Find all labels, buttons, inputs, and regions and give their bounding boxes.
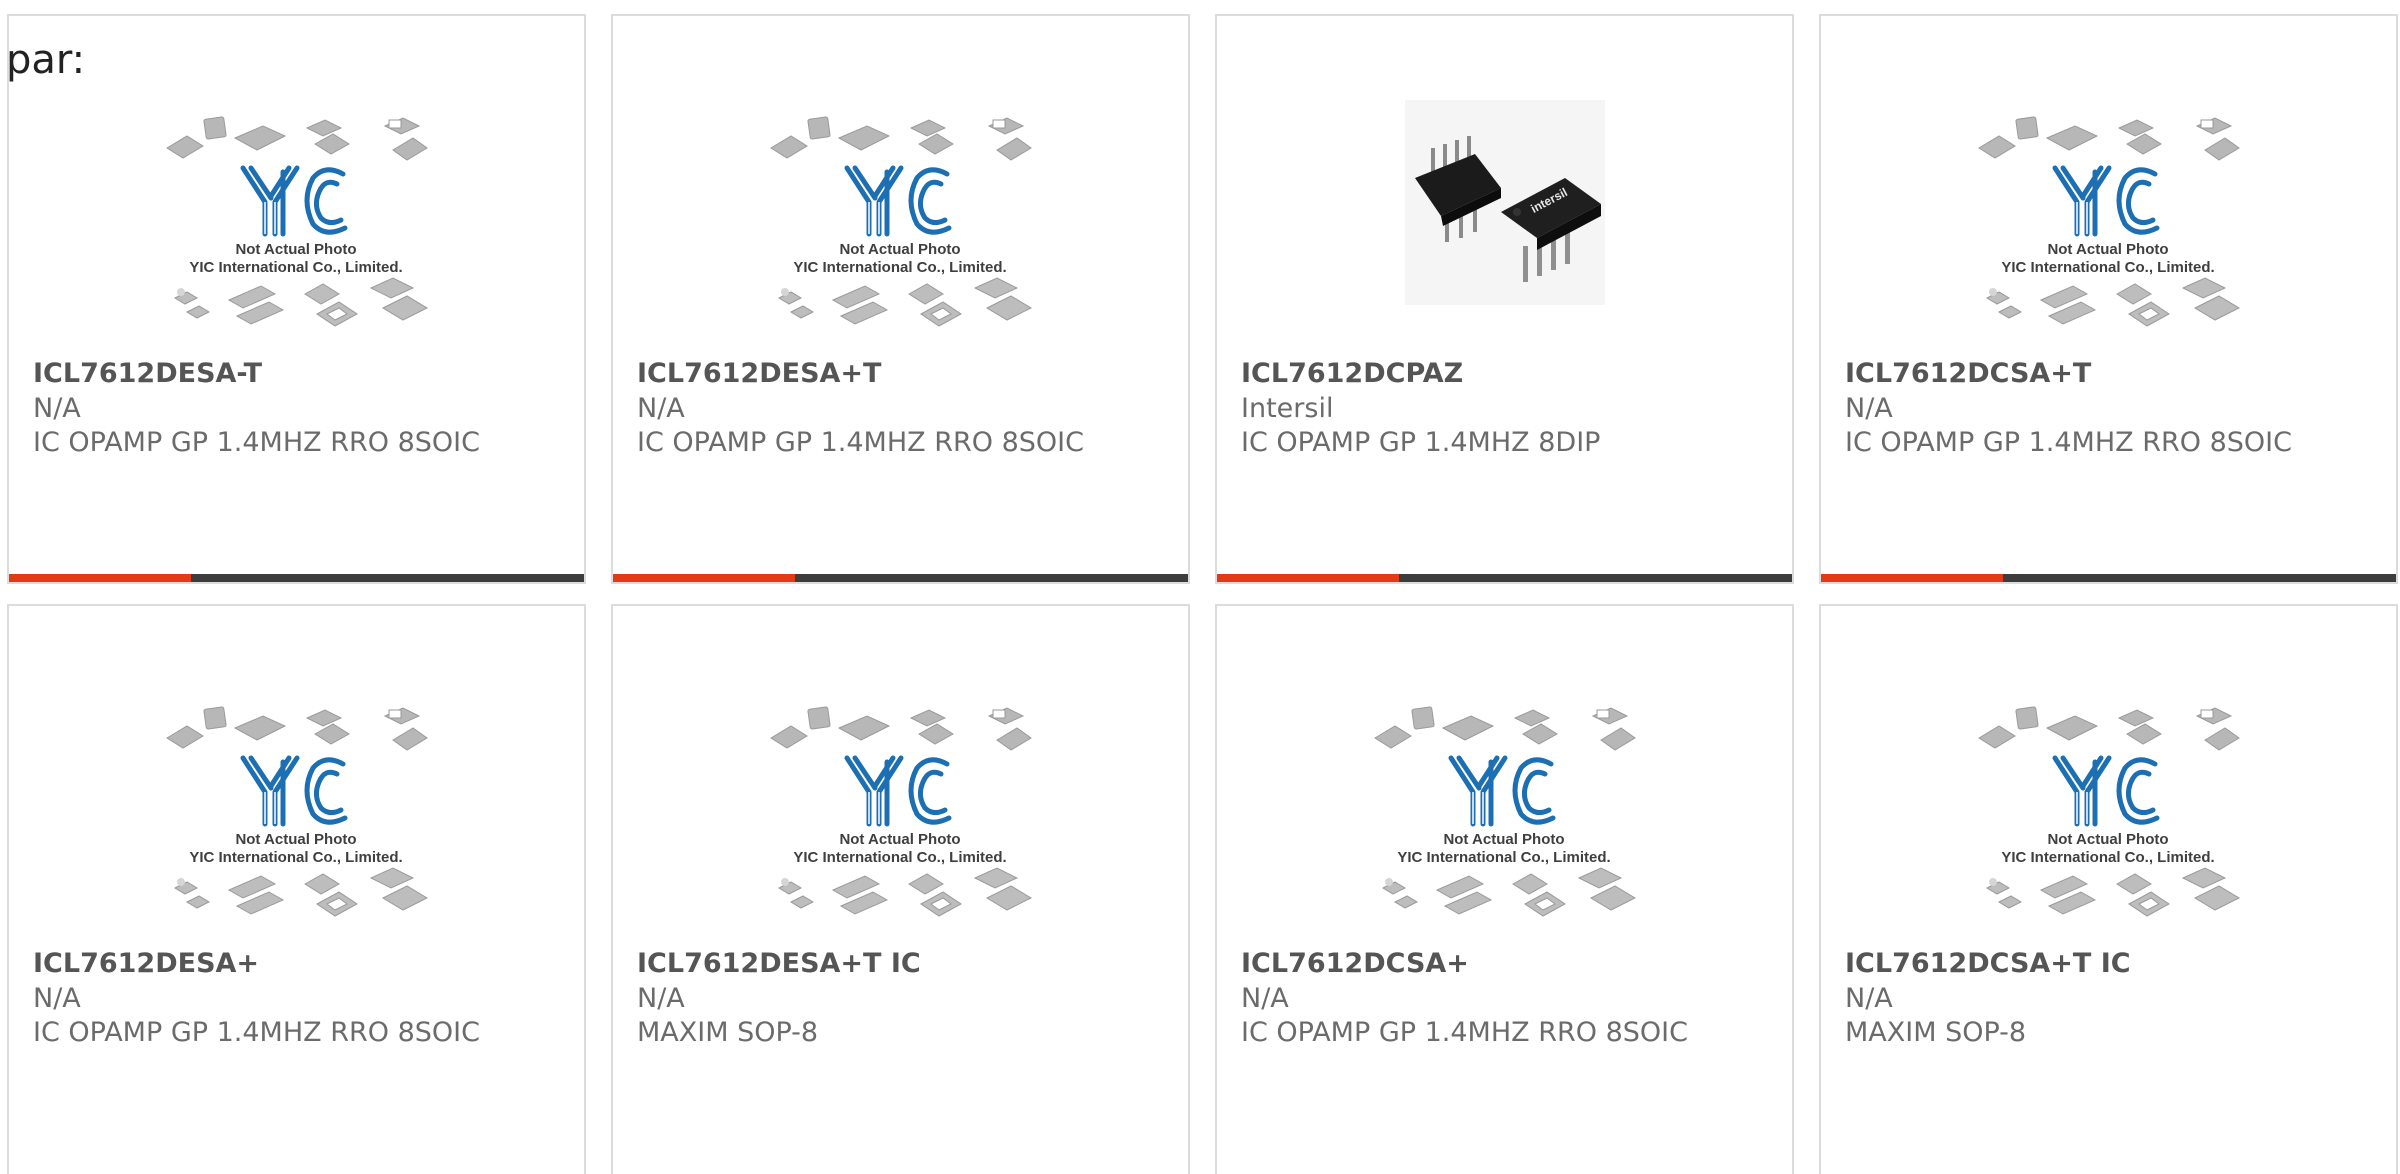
product-card[interactable]: ICL7612DESA+T IC N/A MAXIM SOP-8	[611, 604, 1190, 1174]
accent-bar	[1217, 574, 1792, 582]
yic-placeholder-photo	[1969, 88, 2249, 328]
product-image[interactable]	[1217, 678, 1792, 956]
yic-placeholder-photo	[761, 678, 1041, 918]
product-image[interactable]	[613, 88, 1188, 366]
manufacturer: Intersil	[1241, 393, 1334, 424]
product-card[interactable]: ICL7612DCSA+T N/A IC OPAMP GP 1.4MHZ RRO…	[1819, 14, 2398, 584]
product-image[interactable]	[9, 88, 584, 366]
description: IC OPAMP GP 1.4MHZ RRO 8SOIC	[1845, 427, 2292, 458]
dip8-chip-photo	[1404, 100, 1605, 305]
description: IC OPAMP GP 1.4MHZ RRO 8SOIC	[637, 427, 1084, 458]
product-image[interactable]	[613, 678, 1188, 956]
yic-placeholder-photo	[1969, 678, 2249, 918]
part-number-link[interactable]: ICL7612DESA+T	[637, 358, 881, 390]
part-number-link[interactable]: ICL7612DESA+T IC	[637, 948, 921, 980]
product-card[interactable]: ICL7612DESA+ N/A IC OPAMP GP 1.4MHZ RRO …	[7, 604, 586, 1174]
part-number-link[interactable]: ICL7612DCSA+T	[1845, 358, 2091, 390]
manufacturer: N/A	[33, 983, 81, 1014]
product-card[interactable]: ICL7612DCSA+ N/A IC OPAMP GP 1.4MHZ RRO …	[1215, 604, 1794, 1174]
manufacturer: N/A	[1241, 983, 1289, 1014]
accent-bar	[1821, 574, 2396, 582]
page-label: par:	[6, 37, 86, 83]
description: IC OPAMP GP 1.4MHZ 8DIP	[1241, 427, 1601, 458]
part-number-link[interactable]: ICL7612DCPAZ	[1241, 358, 1463, 390]
yic-placeholder-photo	[1365, 678, 1645, 918]
manufacturer: N/A	[1845, 393, 1893, 424]
description: MAXIM SOP-8	[1845, 1017, 2027, 1048]
product-card[interactable]: ICL7612DESA+T N/A IC OPAMP GP 1.4MHZ RRO…	[611, 14, 1190, 584]
description: IC OPAMP GP 1.4MHZ RRO 8SOIC	[1241, 1017, 1688, 1048]
yic-placeholder-photo	[157, 678, 437, 918]
product-card[interactable]: ICL7612DESA-T N/A IC OPAMP GP 1.4MHZ RRO…	[7, 14, 586, 584]
product-image[interactable]	[1217, 100, 1792, 378]
description: IC OPAMP GP 1.4MHZ RRO 8SOIC	[33, 1017, 480, 1048]
product-image[interactable]	[9, 678, 584, 956]
manufacturer: N/A	[637, 393, 685, 424]
manufacturer: N/A	[1845, 983, 1893, 1014]
yic-placeholder-photo	[761, 88, 1041, 328]
accent-bar	[613, 574, 1188, 582]
description: IC OPAMP GP 1.4MHZ RRO 8SOIC	[33, 427, 480, 458]
product-card[interactable]: ICL7612DCPAZ Intersil IC OPAMP GP 1.4MHZ…	[1215, 14, 1794, 584]
accent-bar	[9, 574, 584, 582]
part-number-link[interactable]: ICL7612DCSA+T IC	[1845, 948, 2131, 980]
manufacturer: N/A	[637, 983, 685, 1014]
product-card[interactable]: ICL7612DCSA+T IC N/A MAXIM SOP-8	[1819, 604, 2398, 1174]
part-number-link[interactable]: ICL7612DCSA+	[1241, 948, 1469, 980]
product-image[interactable]	[1821, 678, 2396, 956]
description: MAXIM SOP-8	[637, 1017, 819, 1048]
part-number-link[interactable]: ICL7612DESA+	[33, 948, 259, 980]
part-number-link[interactable]: ICL7612DESA-T	[33, 358, 262, 390]
yic-placeholder-photo	[157, 88, 437, 328]
manufacturer: N/A	[33, 393, 81, 424]
product-image[interactable]	[1821, 88, 2396, 366]
